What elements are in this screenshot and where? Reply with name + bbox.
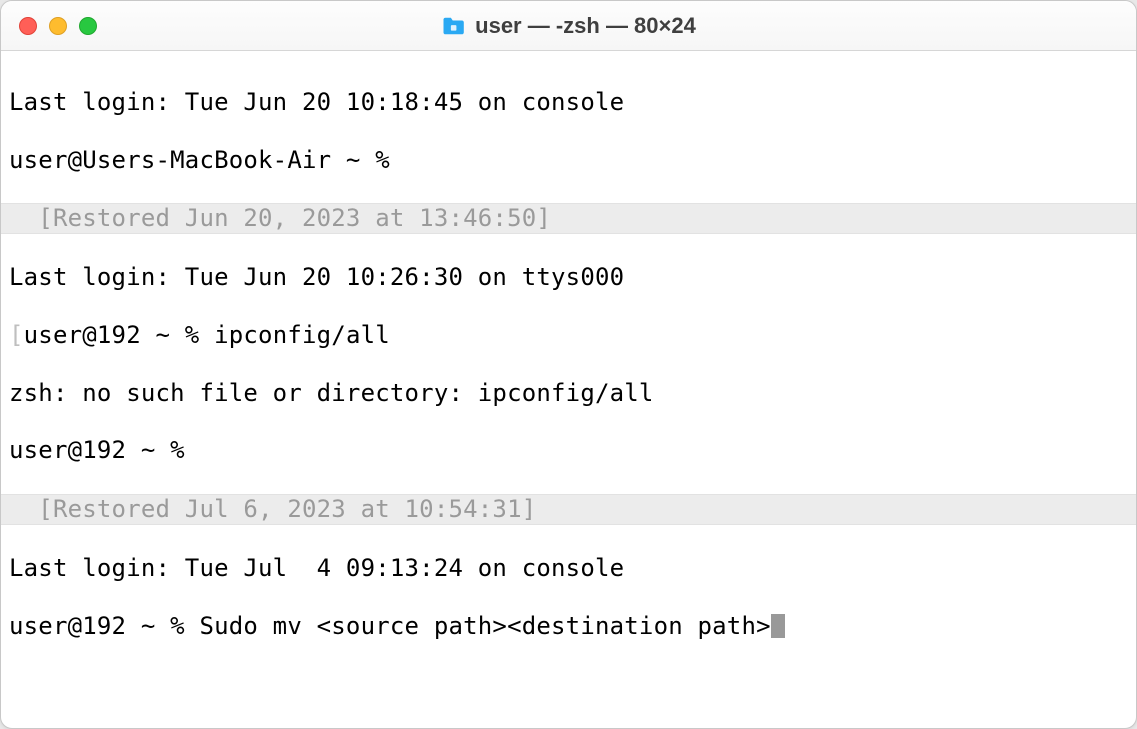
- terminal-line: Last login: Tue Jul 4 09:13:24 on consol…: [9, 554, 1128, 583]
- last-login-text: Last login: Tue Jun 20 10:26:30 on ttys0…: [9, 263, 624, 291]
- command-text: user@192 ~ % Sudo mv <source path><desti…: [9, 612, 771, 640]
- maximize-icon[interactable]: [79, 17, 97, 35]
- traffic-lights: [19, 17, 97, 35]
- restored-session-line: [Restored Jun 20, 2023 at 13:46:50]: [1, 203, 1136, 234]
- terminal-output[interactable]: Last login: Tue Jun 20 10:18:45 on conso…: [1, 51, 1136, 728]
- minimize-icon[interactable]: [49, 17, 67, 35]
- command-text: user@192 ~ % ipconfig/all: [24, 321, 390, 349]
- close-icon[interactable]: [19, 17, 37, 35]
- prompt-text: user@Users-MacBook-Air ~ %: [9, 146, 390, 174]
- restored-session-line: [Restored Jul 6, 2023 at 10:54:31]: [1, 494, 1136, 525]
- terminal-line: user@192 ~ % Sudo mv <source path><desti…: [9, 612, 1128, 641]
- restored-text: [Restored Jun 20, 2023 at 13:46:50]: [9, 204, 551, 232]
- terminal-line: zsh: no such file or directory: ipconfig…: [9, 379, 1128, 408]
- titlebar[interactable]: user — -zsh — 80×24: [1, 1, 1136, 51]
- bracket-left: [: [9, 321, 24, 349]
- error-text: zsh: no such file or directory: ipconfig…: [9, 379, 654, 407]
- prompt-text: user@192 ~ %: [9, 436, 185, 464]
- folder-icon: [441, 16, 465, 36]
- title-wrap: user — -zsh — 80×24: [441, 13, 696, 39]
- restored-text: [Restored Jul 6, 2023 at 10:54:31]: [9, 495, 536, 523]
- cursor-icon: [771, 614, 785, 638]
- terminal-line: Last login: Tue Jun 20 10:26:30 on ttys0…: [9, 263, 1128, 292]
- terminal-window: user — -zsh — 80×24 Last login: Tue Jun …: [0, 0, 1137, 729]
- terminal-line: Last login: Tue Jun 20 10:18:45 on conso…: [9, 88, 1128, 117]
- last-login-text: Last login: Tue Jul 4 09:13:24 on consol…: [9, 554, 624, 582]
- window-title: user — -zsh — 80×24: [475, 13, 696, 39]
- terminal-line: [user@192 ~ % ipconfig/all: [9, 321, 1128, 350]
- last-login-text: Last login: Tue Jun 20 10:18:45 on conso…: [9, 88, 624, 116]
- terminal-line: user@192 ~ %: [9, 436, 1128, 465]
- terminal-line: user@Users-MacBook-Air ~ %: [9, 146, 1128, 175]
